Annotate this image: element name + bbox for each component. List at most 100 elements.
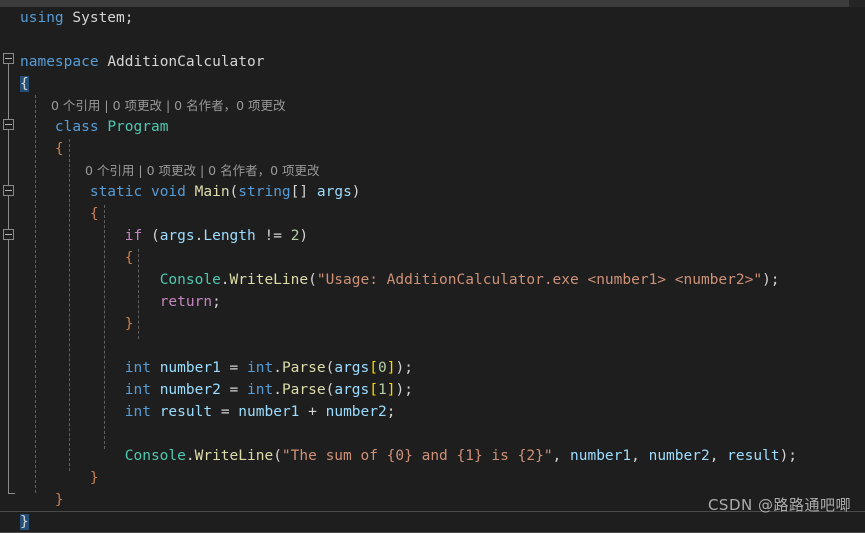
- token-brace-open-class: {: [54, 141, 64, 157]
- code-line-7[interactable]: static void Main(string[] args): [0, 181, 865, 203]
- token-array-brackets: []: [290, 184, 309, 200]
- code-line-20[interactable]: }: [0, 467, 865, 489]
- token-bracket-open: [: [369, 382, 378, 398]
- token-semicolon: ;: [124, 10, 134, 26]
- token-property-length: Length: [203, 228, 256, 244]
- token-paren-close: ): [779, 448, 789, 464]
- token-string-sum-format: "The sum of {0} and {1} is {2}": [281, 448, 553, 464]
- token-brace-open-main: {: [89, 206, 99, 222]
- code-line-15[interactable]: int number1 = int.Parse(args[0]);: [0, 357, 865, 379]
- token-operator-not-equal: !=: [264, 228, 282, 244]
- token-var-number1: number1: [159, 360, 221, 376]
- token-keyword-namespace: namespace: [20, 54, 99, 70]
- token-keyword-int: int: [124, 382, 151, 398]
- token-operator-equals: =: [229, 360, 239, 376]
- token-comma: ,: [552, 448, 562, 464]
- token-dot: .: [185, 448, 195, 464]
- token-keyword-int: int: [247, 382, 274, 398]
- code-line-6[interactable]: {: [0, 138, 865, 160]
- token-paren-open: (: [229, 184, 239, 200]
- token-semicolon: ;: [770, 272, 780, 288]
- token-semicolon: ;: [212, 294, 221, 310]
- token-string-usage: "Usage: AdditionCalculator.exe <number1>…: [316, 272, 763, 288]
- token-keyword-int: int: [247, 360, 274, 376]
- token-dot: .: [220, 272, 230, 288]
- token-arg-number2: number2: [648, 448, 710, 464]
- code-line-19[interactable]: Console.WriteLine("The sum of {0} and {1…: [0, 445, 865, 467]
- token-paren-close: ): [299, 228, 309, 244]
- code-text-area[interactable]: using System; namespace AdditionCalculat…: [0, 7, 865, 533]
- token-brace-close-namespace-highlighted: }: [20, 514, 29, 530]
- token-bracket-open: [: [369, 360, 378, 376]
- token-operator-equals: =: [220, 404, 230, 420]
- token-method-parse: Parse: [281, 360, 326, 376]
- code-line-2-blank[interactable]: [0, 29, 865, 51]
- code-line-11[interactable]: Console.WriteLine("Usage: AdditionCalcul…: [0, 269, 865, 291]
- token-brace-open-namespace-highlighted: {: [20, 76, 29, 92]
- token-param-args: args: [316, 184, 352, 200]
- code-line-3[interactable]: namespace AdditionCalculator: [0, 51, 865, 73]
- token-var-number1: number1: [238, 404, 300, 420]
- code-editor-window: using System; namespace AdditionCalculat…: [0, 0, 865, 533]
- token-keyword-string: string: [238, 184, 291, 200]
- token-paren-open: (: [273, 448, 282, 464]
- code-line-16[interactable]: int number2 = int.Parse(args[1]);: [0, 379, 865, 401]
- token-method-main: Main: [194, 184, 230, 200]
- token-method-writeline: WriteLine: [194, 448, 274, 464]
- token-var-args: args: [334, 360, 370, 376]
- code-line-12[interactable]: return;: [0, 291, 865, 313]
- code-line-13[interactable]: }: [0, 313, 865, 335]
- token-index-0: 0: [378, 360, 387, 376]
- code-line-5[interactable]: class Program: [0, 116, 865, 138]
- token-var-result: result: [159, 404, 213, 420]
- token-arg-number1: number1: [570, 448, 632, 464]
- token-brace-close-class: }: [54, 492, 64, 508]
- token-keyword-static: static: [89, 184, 143, 200]
- token-semicolon: ;: [386, 404, 396, 420]
- code-line-4[interactable]: {: [0, 73, 865, 95]
- code-line-18-blank[interactable]: [0, 423, 865, 445]
- token-keyword-int: int: [124, 360, 151, 376]
- editor-surface[interactable]: using System; namespace AdditionCalculat…: [0, 7, 865, 533]
- token-paren-open: (: [150, 228, 160, 244]
- token-paren-close: ): [762, 272, 771, 288]
- token-type-console: Console: [124, 448, 186, 464]
- window-top-chrome-right-cap: [849, 0, 865, 7]
- token-index-1: 1: [378, 382, 387, 398]
- token-keyword-void: void: [150, 184, 186, 200]
- token-type-console: Console: [159, 272, 221, 288]
- code-line-1[interactable]: using System;: [0, 7, 865, 29]
- code-line-10[interactable]: {: [0, 247, 865, 269]
- code-line-17[interactable]: int result = number1 + number2;: [0, 401, 865, 423]
- token-brace-close-main: }: [89, 470, 99, 486]
- code-line-8[interactable]: {: [0, 203, 865, 225]
- token-var-number2: number2: [325, 404, 387, 420]
- codelens-class-program[interactable]: 0 个引用 | 0 项更改 | 0 名作者，0 项更改: [0, 95, 865, 116]
- codelens-method-main[interactable]: 0 个引用 | 0 项更改 | 0 名作者，0 项更改: [0, 160, 865, 181]
- token-paren-close: ): [351, 184, 361, 200]
- csdn-watermark: CSDN @路路通吧唧: [707, 496, 851, 514]
- token-dot: .: [273, 382, 282, 398]
- token-var-number2: number2: [159, 382, 221, 398]
- token-operator-equals: =: [229, 382, 239, 398]
- code-line-9[interactable]: if (args.Length != 2): [0, 225, 865, 247]
- token-paren-open: (: [308, 272, 317, 288]
- token-dot: .: [273, 360, 282, 376]
- token-semicolon: ;: [404, 360, 413, 376]
- token-keyword-using: using: [20, 10, 64, 26]
- code-line-14-blank[interactable]: [0, 335, 865, 357]
- token-namespace-name: AdditionCalculator: [107, 54, 265, 70]
